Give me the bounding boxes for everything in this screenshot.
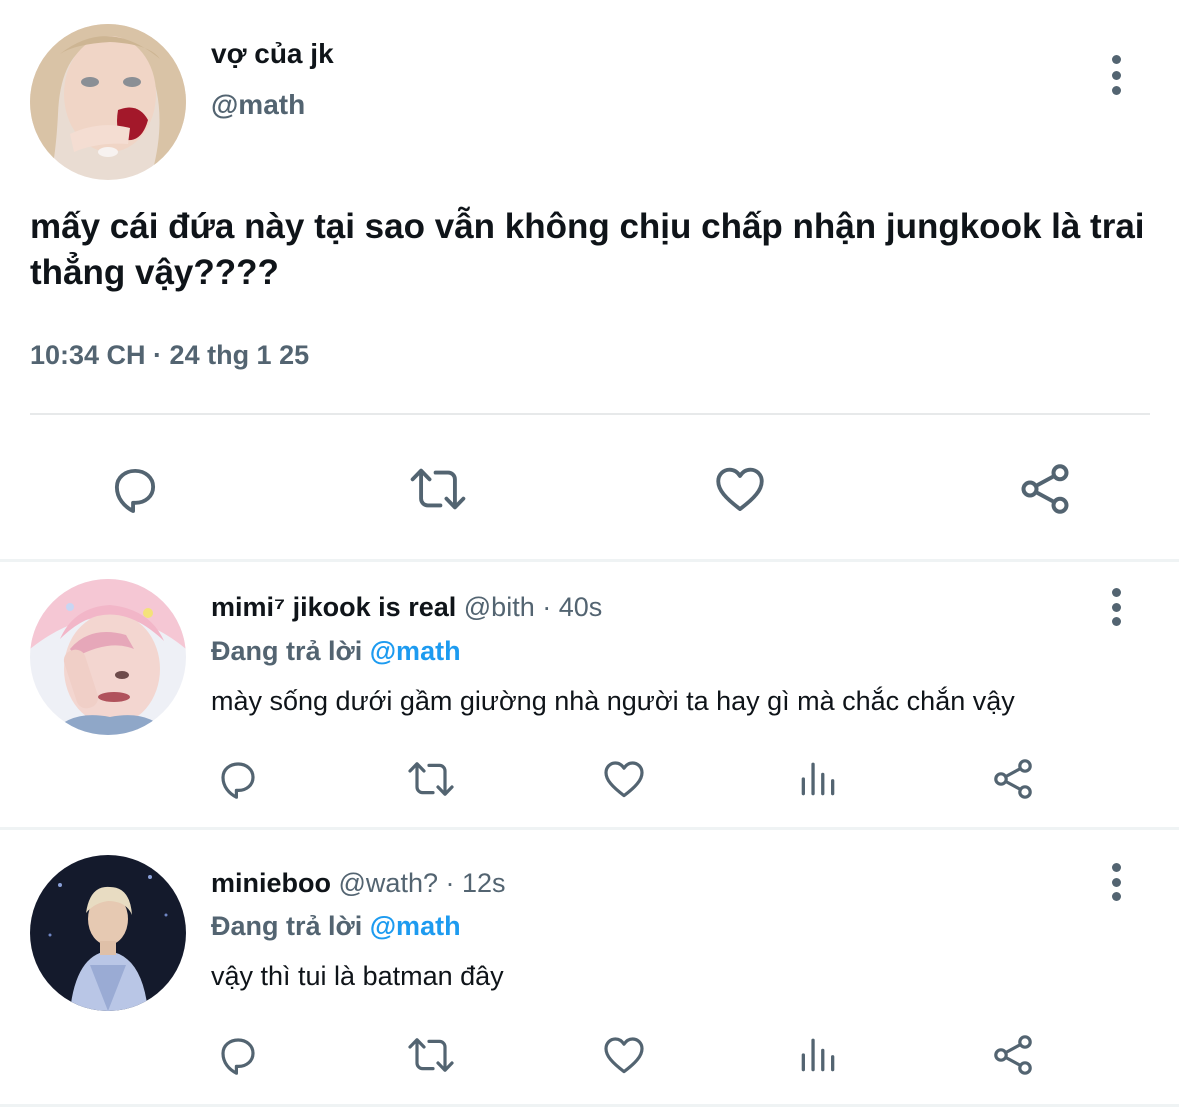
more-vertical-icon[interactable]	[1104, 55, 1128, 95]
avatar[interactable]	[30, 24, 186, 180]
tweet-action-bar	[0, 440, 1179, 536]
more-dot	[1111, 588, 1121, 597]
replying-prefix: Đang trả lời	[211, 911, 363, 941]
share-icon[interactable]	[985, 1025, 1041, 1085]
reply-time[interactable]: 12s	[462, 868, 506, 898]
tweet-thread: vợ của jk @math mấy cái đứa này tại sao …	[0, 0, 1179, 1107]
mention-link[interactable]: @math	[370, 911, 461, 941]
retweet-icon[interactable]	[400, 749, 462, 809]
reply-text: vậy thì tui là batman đây	[211, 961, 504, 991]
avatar-photo	[30, 579, 186, 735]
reply-action-bar	[0, 749, 1179, 809]
mention-link[interactable]: @math	[370, 636, 461, 666]
reply-header: minieboo @wath? · 12s	[211, 868, 506, 899]
replying-prefix: Đang trả lời	[211, 636, 363, 666]
reply-icon[interactable]	[210, 749, 266, 809]
more-dot	[1111, 617, 1121, 626]
share-icon[interactable]	[985, 749, 1041, 809]
reply-time[interactable]: 40s	[559, 592, 603, 622]
more-vertical-icon[interactable]	[1104, 588, 1128, 626]
avatar[interactable]	[30, 579, 186, 735]
reply-icon[interactable]	[210, 1025, 266, 1085]
more-dot	[1111, 877, 1121, 887]
like-icon[interactable]	[596, 749, 652, 809]
share-icon[interactable]	[1010, 454, 1080, 524]
reply-action-bar	[0, 1025, 1179, 1085]
replying-to: Đang trả lời @math	[211, 911, 461, 942]
like-icon[interactable]	[596, 1025, 652, 1085]
views-icon[interactable]	[792, 749, 844, 809]
more-dot	[1111, 892, 1121, 901]
user-handle[interactable]: @math	[211, 89, 305, 121]
reply-tweet[interactable]: mimi⁷ jikook is real @bith · 40s Đang tr…	[0, 562, 1179, 827]
avatar-photo	[30, 855, 186, 1011]
views-icon[interactable]	[792, 1025, 844, 1085]
retweet-icon[interactable]	[400, 454, 476, 524]
tweet-timestamp[interactable]: 10:34 CH · 24 thg 1 25	[30, 340, 309, 371]
separator-dot: ·	[445, 868, 455, 898]
main-tweet: vợ của jk @math mấy cái đứa này tại sao …	[0, 0, 1179, 560]
more-dot	[1111, 863, 1121, 872]
more-dot	[1111, 70, 1121, 80]
more-vertical-icon[interactable]	[1104, 863, 1128, 901]
reply-icon[interactable]	[100, 454, 170, 524]
replying-to: Đang trả lời @math	[211, 636, 461, 667]
display-name[interactable]: vợ của jk	[211, 38, 334, 70]
display-name[interactable]: mimi⁷ jikook is real	[211, 592, 456, 622]
display-name[interactable]: minieboo	[211, 868, 331, 898]
separator-dot: ·	[542, 592, 552, 622]
more-dot	[1111, 86, 1121, 95]
reply-header: mimi⁷ jikook is real @bith · 40s	[211, 592, 602, 623]
divider	[30, 413, 1150, 415]
like-icon[interactable]	[705, 454, 775, 524]
reply-text: mày sống dưới gầm giường nhà người ta ha…	[211, 686, 1015, 716]
user-handle[interactable]: @bith	[464, 592, 535, 622]
retweet-icon[interactable]	[400, 1025, 462, 1085]
tweet-text: mấy cái đứa này tại sao vẫn không chịu c…	[30, 207, 1145, 292]
more-dot	[1111, 55, 1121, 64]
user-handle[interactable]: @wath?	[339, 868, 438, 898]
avatar-photo	[30, 24, 186, 180]
reply-tweet[interactable]: minieboo @wath? · 12s Đang trả lời @math…	[0, 830, 1179, 1102]
more-dot	[1111, 602, 1121, 612]
avatar[interactable]	[30, 855, 186, 1011]
